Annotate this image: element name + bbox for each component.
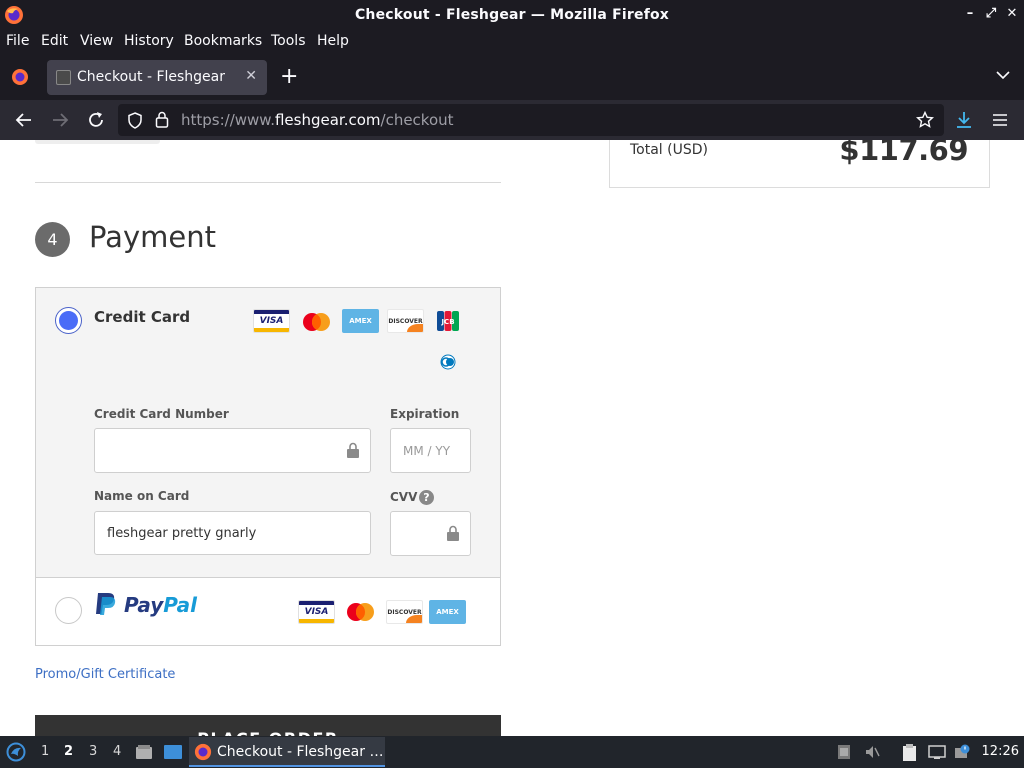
menu-bookmarks[interactable]: Bookmarks <box>184 33 262 49</box>
paypal-amex-icon: AMEX <box>429 600 466 624</box>
volume-muted-icon[interactable] <box>864 744 880 760</box>
tab-checkout[interactable]: Checkout - Fleshgear ✕ <box>47 60 267 95</box>
bookmark-star-icon[interactable] <box>916 111 934 129</box>
paypal-p-icon <box>96 593 116 615</box>
menu-edit[interactable]: Edit <box>41 33 68 49</box>
payment-methods-panel: Credit Card VISA AMEX DISCOVER JCB Credi… <box>35 287 501 646</box>
total-label: Total (USD) <box>630 142 708 158</box>
workspace-3[interactable]: 3 <box>89 744 97 759</box>
notes-tray-icon[interactable] <box>901 744 919 762</box>
clipboard-tray-icon[interactable] <box>836 744 852 760</box>
credit-card-radio[interactable] <box>55 307 82 334</box>
tab-title: Checkout - Fleshgear <box>77 69 226 85</box>
place-order-button[interactable]: PLACE ORDER <box>35 715 501 736</box>
taskbar-window-label: Checkout - Fleshgear … <box>217 744 384 760</box>
credit-card-section: Credit Card VISA AMEX DISCOVER JCB Credi… <box>36 288 500 578</box>
start-menu-icon[interactable] <box>6 742 26 762</box>
menu-file[interactable]: File <box>6 33 29 49</box>
url-bar[interactable]: https://www.fleshgear.com/checkout <box>118 104 944 136</box>
workspace-2[interactable]: 2 <box>64 744 73 759</box>
tracking-protection-shield-icon[interactable] <box>127 112 143 129</box>
card-number-label: Credit Card Number <box>94 407 229 421</box>
reload-icon[interactable] <box>85 109 107 131</box>
taskbar: 1 2 3 4 Checkout - Fleshgear … 12:26 <box>0 736 1024 768</box>
forward-arrow-icon[interactable] <box>49 109 71 131</box>
menu-bar: File Edit View History Bookmarks Tools H… <box>0 30 1024 54</box>
tab-list-chevron-icon[interactable] <box>996 70 1010 80</box>
navigation-bar: https://www.fleshgear.com/checkout <box>0 100 1024 140</box>
url-text[interactable]: https://www.fleshgear.com/checkout <box>181 111 454 129</box>
maximize-button[interactable]: ⤢ <box>983 6 999 22</box>
site-favicon-icon <box>56 70 71 85</box>
cvv-lock-icon <box>447 525 459 541</box>
payment-heading: Payment <box>89 220 216 254</box>
svg-text:JCB: JCB <box>440 318 454 326</box>
taskbar-firefox-window[interactable]: Checkout - Fleshgear … <box>189 737 385 767</box>
workspace-4[interactable]: 4 <box>113 744 121 759</box>
paypal-mastercard-icon <box>347 603 374 621</box>
padlock-icon[interactable] <box>155 111 169 128</box>
total-value: $117.69 <box>839 140 968 167</box>
menu-history[interactable]: History <box>124 33 174 49</box>
minimize-button[interactable]: – <box>962 6 978 22</box>
close-window-button[interactable]: ✕ <box>1004 6 1020 22</box>
name-on-card-label: Name on Card <box>94 489 190 503</box>
paypal-discover-icon: DISCOVER <box>386 600 423 624</box>
show-desktop-icon[interactable] <box>162 742 184 762</box>
jcb-card-icon: JCB <box>437 311 459 331</box>
expiration-input[interactable] <box>390 428 471 473</box>
workspace-1[interactable]: 1 <box>41 744 49 759</box>
card-number-lock-icon <box>347 442 359 458</box>
paypal-visa-icon: VISA <box>298 600 335 624</box>
clock: 12:26 <box>981 744 1019 759</box>
downloads-icon[interactable] <box>953 109 975 131</box>
menu-help[interactable]: Help <box>317 33 349 49</box>
step-number-badge: 4 <box>35 222 70 257</box>
file-manager-icon[interactable] <box>134 742 154 762</box>
cvv-label: CVV <box>390 490 418 504</box>
order-summary-box: Total (USD) $117.69 <box>609 140 990 188</box>
back-arrow-icon[interactable] <box>13 109 35 131</box>
menu-view[interactable]: View <box>80 33 113 49</box>
expiration-label: Expiration <box>390 407 460 421</box>
paypal-logo: PayPal <box>94 591 204 619</box>
scrolled-text-remnant <box>35 140 160 144</box>
cvv-help-icon[interactable]: ? <box>419 490 434 505</box>
section-divider <box>35 182 501 183</box>
diners-club-card-icon <box>440 354 456 370</box>
paypal-radio[interactable] <box>55 597 82 624</box>
update-notifier-icon[interactable] <box>954 744 970 760</box>
firefox-view-icon[interactable] <box>10 67 30 87</box>
promo-gift-certificate-link[interactable]: Promo/Gift Certificate <box>35 667 175 682</box>
window-titlebar: Checkout - Fleshgear — Mozilla Firefox –… <box>0 0 1024 30</box>
window-title: Checkout - Fleshgear — Mozilla Firefox <box>354 7 670 23</box>
name-on-card-input[interactable] <box>94 511 371 555</box>
mastercard-icon <box>303 313 330 331</box>
card-number-input[interactable] <box>94 428 371 473</box>
network-tray-icon[interactable] <box>928 744 946 760</box>
page-content: Total (USD) $117.69 4 Payment Credit Car… <box>0 140 1024 736</box>
tab-strip: Checkout - Fleshgear ✕ + <box>0 54 1024 100</box>
visa-card-icon: VISA <box>253 309 290 333</box>
menu-hamburger-icon[interactable] <box>989 109 1011 131</box>
close-tab-icon[interactable]: ✕ <box>245 68 257 84</box>
taskbar-firefox-icon <box>194 743 212 761</box>
discover-card-icon: DISCOVER <box>387 309 424 333</box>
menu-tools[interactable]: Tools <box>271 33 306 49</box>
credit-card-label: Credit Card <box>94 308 191 326</box>
amex-card-icon: AMEX <box>342 309 379 333</box>
new-tab-button[interactable]: + <box>280 66 298 88</box>
